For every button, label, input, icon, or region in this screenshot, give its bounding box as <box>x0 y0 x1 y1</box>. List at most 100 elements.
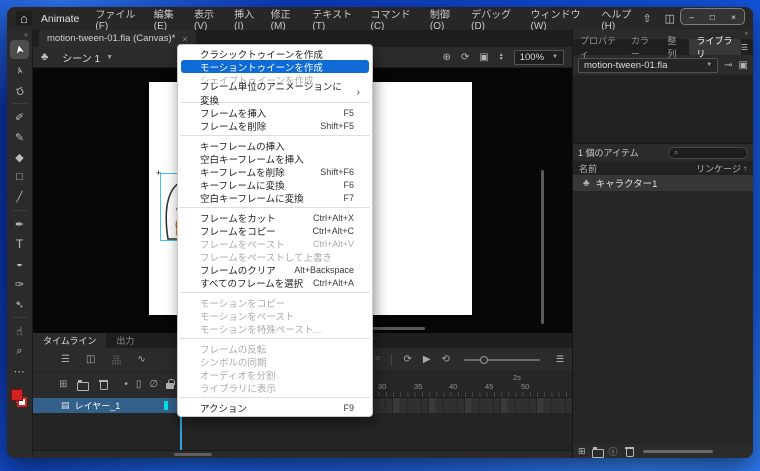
layers-icon[interactable]: ☰ <box>61 354 70 365</box>
paint-bucket-tool[interactable]: ◒ <box>7 254 32 274</box>
menu-clear-frames[interactable]: フレームのクリア Alt+Backspace <box>178 263 372 277</box>
pin-library-icon[interactable]: ⊸ <box>724 60 732 71</box>
share-icon[interactable]: ⇧ <box>642 12 651 25</box>
timeline-hscrollbar[interactable] <box>33 450 572 458</box>
symbol-clover-icon[interactable]: ♣ <box>41 51 48 63</box>
hide-column-icon[interactable]: ∅ <box>149 379 158 390</box>
menu-create-motion-tween[interactable]: モーショントゥイーンを作成 <box>181 60 369 74</box>
fluid-brush-tool[interactable]: ✐ <box>7 107 32 127</box>
home-icon[interactable]: ⌂ <box>16 11 32 26</box>
scrollbar-thumb[interactable] <box>174 453 212 456</box>
menu-copy-frames[interactable]: フレームをコピー Ctrl+Alt+C <box>178 224 372 238</box>
lasso-tool[interactable]: Ω <box>7 80 32 100</box>
tab-library[interactable]: ライブラリ <box>689 36 741 59</box>
menubar-item[interactable]: コマンド(C) <box>370 7 420 32</box>
menu-convert-to-blank-keyframes[interactable]: 空白キーフレームに変換 F7 <box>178 191 372 205</box>
menubar-item[interactable]: 編集(E) <box>154 7 185 32</box>
menubar-item[interactable]: ファイル(F) <box>95 7 144 32</box>
workspace-icon[interactable]: ◫ <box>665 12 675 25</box>
document-tab[interactable]: motion-tween-01.fla (Canvas)* × <box>39 30 196 47</box>
column-linkage[interactable]: リンケージ ↑ <box>696 162 747 175</box>
timeline-empty-area[interactable] <box>33 413 572 450</box>
menu-actions[interactable]: アクション F9 <box>178 401 372 415</box>
delete-icon[interactable] <box>624 446 635 457</box>
menu-paste-motion[interactable]: モーションをペースト <box>178 309 372 323</box>
menu-select-all-frames[interactable]: すべてのフレームを選択 Ctrl+Alt+A <box>178 276 372 290</box>
panel-menu-icon[interactable]: ☰ <box>556 354 564 365</box>
color-swatches[interactable]: ◱ <box>10 389 29 409</box>
rotation-tool-icon[interactable]: ⟳ <box>461 52 469 63</box>
frame-view-slider[interactable] <box>463 355 540 364</box>
menu-synchronize-symbols[interactable]: シンボルの同期 <box>178 355 372 369</box>
panel-menu-icon[interactable]: ☰ <box>741 43 753 52</box>
close-tab-icon[interactable]: × <box>182 34 187 44</box>
stage-vertical-scrollbar[interactable] <box>541 170 544 324</box>
menubar-item[interactable]: 挿入(I) <box>234 7 262 32</box>
library-document-select[interactable]: motion-tween-01.fla ▼ <box>578 57 719 73</box>
tab-timeline[interactable]: タイムライン <box>33 333 107 348</box>
text-tool[interactable]: T <box>7 234 32 254</box>
menubar-item[interactable]: テキスト(T) <box>312 7 361 32</box>
eraser-tool[interactable]: ◆ <box>7 147 32 167</box>
menu-convert-to-keyframes[interactable]: キーフレームに変換 F6 <box>178 178 372 192</box>
tab-align[interactable]: 整列 <box>660 36 689 59</box>
eyedropper-tool[interactable]: ✑ <box>7 274 32 294</box>
menubar-item[interactable]: ウィンドウ(W) <box>531 7 593 32</box>
menubar-item[interactable]: ヘルプ(H) <box>601 7 642 32</box>
menu-paste-and-overwrite-frames[interactable]: フレームをペーストして上書き <box>178 250 372 264</box>
delete-icon[interactable] <box>98 379 109 390</box>
subselection-tool[interactable]: ➢ <box>7 60 32 80</box>
minimize-button[interactable]: – <box>681 9 702 24</box>
slider-knob[interactable] <box>479 355 488 364</box>
scene-name[interactable]: シーン 1 <box>62 50 100 65</box>
rectangle-tool[interactable]: □ <box>7 167 32 187</box>
menu-remove-frames[interactable]: フレームを削除 Shift+F5 <box>178 119 372 133</box>
loop-icon[interactable]: ⟳ <box>403 354 411 365</box>
maximize-button[interactable]: □ <box>702 9 723 24</box>
tab-output[interactable]: 出力 <box>106 333 144 348</box>
zoom-level-select[interactable]: 100% ▼ <box>513 49 564 65</box>
new-library-panel-icon[interactable]: ▣ <box>739 60 748 71</box>
new-layer-icon[interactable]: ⊞ <box>59 379 67 390</box>
new-folder-icon[interactable] <box>77 379 90 391</box>
fill-color-swatch[interactable] <box>10 389 23 401</box>
library-search-input[interactable]: ⌕ <box>668 146 748 159</box>
selection-tool[interactable]: ➤ <box>10 40 29 59</box>
asset-warp-tool[interactable]: ➴ <box>7 294 32 314</box>
menu-convert-to-frame-by-frame[interactable]: フレーム単位のアニメーションに変換 › <box>178 82 372 107</box>
menubar-item[interactable]: 表示(V) <box>194 7 225 32</box>
hand-tool[interactable]: ☝ <box>7 321 32 341</box>
highlight-column-icon[interactable]: • <box>124 379 128 390</box>
menu-delete-keyframe[interactable]: キーフレームを削除 Shift+F6 <box>178 165 372 179</box>
menu-cut-frames[interactable]: フレームをカット Ctrl+Alt+X <box>178 211 372 225</box>
layer-name[interactable]: レイヤー_1 <box>75 399 121 412</box>
menu-reverse-frames[interactable]: フレームの反転 <box>178 342 372 356</box>
menubar-item[interactable]: 修正(M) <box>271 7 304 32</box>
layer-outline-color-swatch[interactable] <box>164 401 168 410</box>
clip-content-icon[interactable]: ▣ <box>479 52 488 63</box>
menu-insert-blank-keyframe[interactable]: 空白キーフレームを挿入 <box>178 152 372 166</box>
menu-insert-frame[interactable]: フレームを挿入 F5 <box>178 106 372 120</box>
library-list-area[interactable] <box>573 191 753 444</box>
tab-color[interactable]: カラー <box>624 36 660 59</box>
menubar-item[interactable]: デバッグ(D) <box>471 7 521 32</box>
graph-editor-icon[interactable]: ∿ <box>137 354 145 365</box>
menu-paste-motion-special[interactable]: モーションを特殊ペースト... <box>178 322 372 336</box>
rewind-icon[interactable]: ⟲ <box>442 354 450 365</box>
tab-properties[interactable]: プロパティ <box>573 36 624 59</box>
library-hscrollbar[interactable] <box>642 449 713 453</box>
center-stage-icon[interactable]: ⊕ <box>443 52 451 63</box>
zoom-stepper[interactable]: ▲ ▼ <box>499 53 504 62</box>
lock-column-icon[interactable] <box>166 379 176 389</box>
menu-copy-motion[interactable]: モーションをコピー <box>178 296 372 310</box>
menu-create-classic-tween[interactable]: クラシックトゥイーンを作成 <box>178 47 372 61</box>
classic-brush-tool[interactable]: ✎ <box>7 127 32 147</box>
collapse-panel-icon[interactable]: « <box>7 30 32 39</box>
line-tool[interactable]: ╱ <box>7 187 32 207</box>
more-tools[interactable]: ⋯ <box>7 361 32 381</box>
pen-tool[interactable]: ✒ <box>7 214 32 234</box>
chevron-down-icon[interactable]: ▼ <box>106 54 113 61</box>
column-name[interactable]: 名前 <box>579 162 597 175</box>
camera-icon[interactable]: ◫ <box>86 354 95 365</box>
library-item-row[interactable]: ♣ キャラクター1 <box>573 175 753 191</box>
